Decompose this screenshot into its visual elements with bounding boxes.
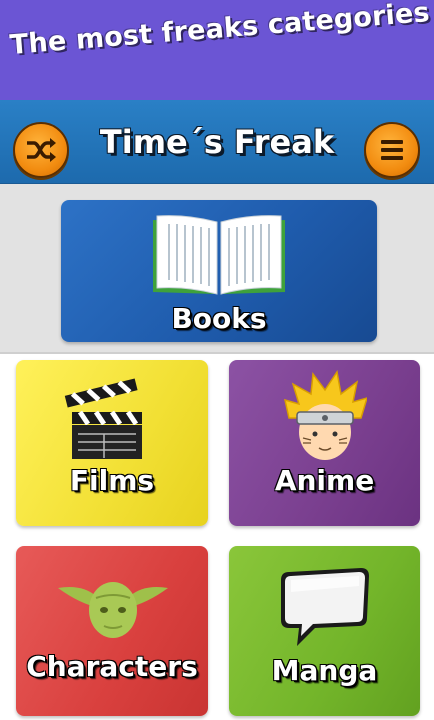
category-label-books: Books [171,302,267,335]
hamburger-menu-icon [381,140,403,160]
speech-bubble-icon [281,568,369,646]
yoda-head-icon [58,582,168,638]
banner-text: The most freaks categories [8,0,431,61]
open-book-icon [153,215,285,295]
ninja-head-icon [283,370,367,460]
category-card-manga[interactable]: Manga [229,546,420,716]
category-label-characters: Characters [26,650,198,683]
category-label-anime: Anime [274,464,375,497]
clapperboard-icon [64,378,142,459]
shuffle-button[interactable] [13,122,69,178]
menu-button[interactable] [364,122,420,178]
category-card-characters[interactable]: Characters [16,546,208,716]
category-card-books[interactable]: Books [61,200,377,342]
category-card-anime[interactable]: Anime [229,360,420,526]
category-label-manga: Manga [271,654,378,687]
promo-banner: The most freaks categories [0,0,434,100]
shuffle-icon [27,138,56,162]
category-label-films: Films [69,464,155,497]
category-card-films[interactable]: Films [16,360,208,526]
